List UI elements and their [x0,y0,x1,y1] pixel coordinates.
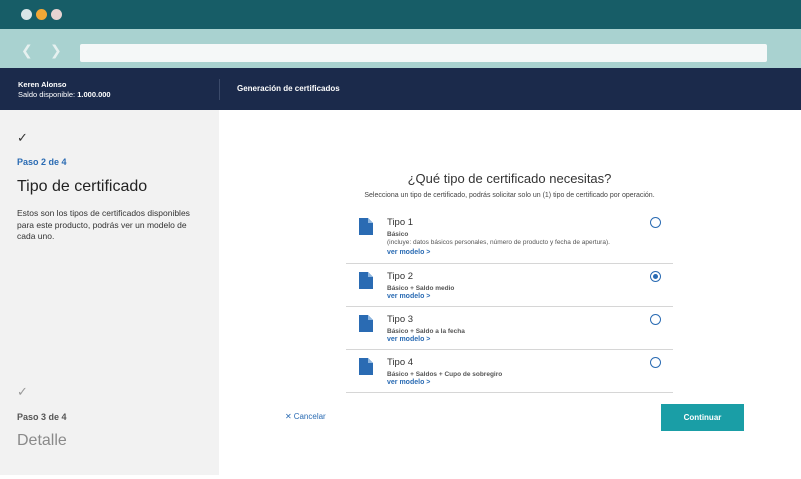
document-icon [359,218,373,235]
window-titlebar [0,0,801,29]
balance-label: Saldo disponible: [18,90,76,99]
current-step-label: Paso 2 de 4 [17,157,67,167]
option-note: (incluye: datos básicos personales, núme… [387,239,610,246]
app-header: Keren Alonso Saldo disponible: 1.000.000… [0,68,801,110]
view-model-link[interactable]: ver modelo > [387,379,430,386]
option-title: Tipo 4 [387,357,414,368]
option-title: Tipo 3 [387,314,414,325]
option-radio[interactable] [650,357,661,368]
question-heading: ¿Qué tipo de certificado necesitas? [407,171,612,186]
check-icon: ✓ [17,385,28,400]
balance-value: 1.000.000 [77,90,111,99]
steps-sidebar: ✓ Paso 2 de 4 Tipo de certificado Estos … [0,110,219,475]
option-title: Tipo 2 [387,271,414,282]
document-icon [359,315,373,332]
forward-arrow-icon[interactable]: ❯ [50,44,62,58]
window-maximize-button[interactable] [51,9,62,20]
certificate-options: Tipo 1 Básico (incluye: datos básicos pe… [346,210,673,393]
option-radio-selected[interactable] [650,271,661,282]
document-icon [359,358,373,375]
option-tipo-4[interactable]: Tipo 4 Básico + Saldos + Cupo de sobregi… [346,350,673,393]
option-subtitle: Básico + Saldo a la fecha [387,328,465,335]
option-radio[interactable] [650,314,661,325]
continue-button[interactable]: Continuar [661,404,744,431]
option-radio[interactable] [650,217,661,228]
header-divider [219,79,220,100]
option-tipo-3[interactable]: Tipo 3 Básico + Saldo a la fecha ver mod… [346,307,673,350]
window-close-button[interactable] [21,9,32,20]
next-step-label: Paso 3 de 4 [17,412,67,422]
view-model-link[interactable]: ver modelo > [387,293,430,300]
view-model-link[interactable]: ver modelo > [387,249,430,256]
user-name: Keren Alonso [18,80,67,89]
instruction-text: Selecciona un tipo de certificado, podrá… [364,192,655,199]
check-icon: ✓ [17,131,28,146]
balance: Saldo disponible: 1.000.000 [18,90,111,99]
page-title: Generación de certificados [237,84,340,93]
view-model-link[interactable]: ver modelo > [387,336,430,343]
cancel-label: Cancelar [293,412,326,421]
option-subtitle: Básico [387,231,409,238]
current-step-title: Tipo de certificado [17,178,148,195]
cancel-button[interactable]: ✕ Cancelar [285,412,326,421]
option-tipo-1[interactable]: Tipo 1 Básico (incluye: datos básicos pe… [346,210,673,264]
address-bar[interactable] [80,44,767,62]
close-icon: ✕ [285,412,292,421]
window-minimize-button[interactable] [36,9,47,20]
current-step-description: Estos son los tipos de certificados disp… [17,208,190,241]
option-title: Tipo 1 [387,217,414,228]
option-subtitle: Básico + Saldo medio [387,285,455,292]
next-step-title: Detalle [17,432,67,449]
option-subtitle: Básico + Saldos + Cupo de sobregiro [387,371,503,378]
back-arrow-icon[interactable]: ❮ [21,44,33,58]
option-tipo-2[interactable]: Tipo 2 Básico + Saldo medio ver modelo > [346,264,673,307]
document-icon [359,272,373,289]
